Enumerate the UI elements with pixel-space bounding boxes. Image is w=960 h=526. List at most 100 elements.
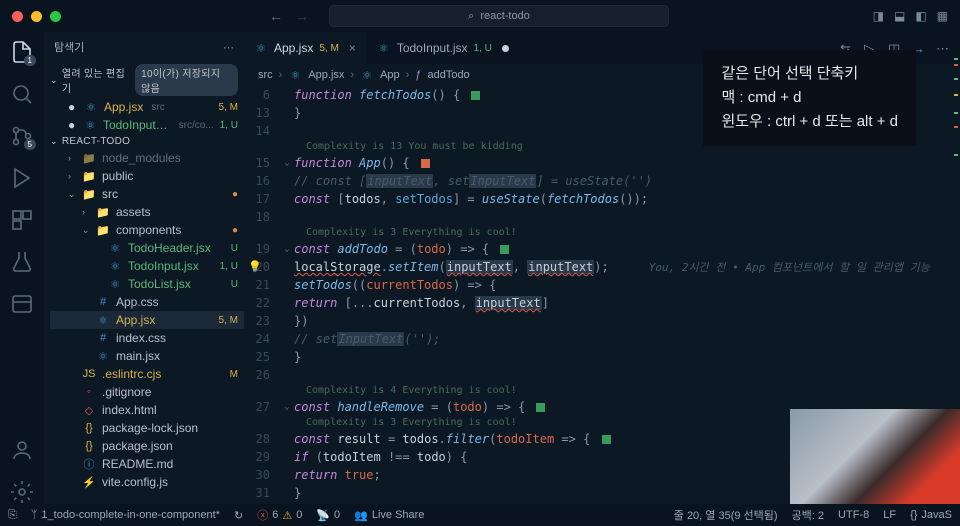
tree-folder[interactable]: ⌄📁src● <box>50 185 244 203</box>
breadcrumb-part[interactable]: addTodo <box>427 69 469 81</box>
warning-icon: ⚠ <box>282 509 292 522</box>
tree-file[interactable]: ◇index.html <box>50 401 244 419</box>
tree-file[interactable]: ⓘREADME.md <box>50 455 244 473</box>
tree-folder[interactable]: ›📁public <box>50 167 244 185</box>
statusbar: ⎘ ᛘ 1_todo-complete-in-one-component* ↻ … <box>0 504 960 526</box>
tree-folder[interactable]: ⌄📁components● <box>50 221 244 239</box>
open-editor-item[interactable]: ●⚛TodoInput.jsxsrc/co...1, U <box>50 116 244 134</box>
tree-folder[interactable]: ›📁node_modules <box>50 149 244 167</box>
tree-file[interactable]: ⚛TodoHeader.jsxU <box>50 239 244 257</box>
open-editor-item[interactable]: ●⚛App.jsxsrc5, M <box>50 98 244 116</box>
code-line[interactable]: 19⌄ const addTodo = (todo) => { <box>244 240 960 258</box>
chevron-right-icon: › <box>350 69 354 81</box>
command-center-search[interactable]: ⌕ react-todo <box>329 5 669 27</box>
search-placeholder: react-todo <box>480 10 530 22</box>
port-button[interactable]: 📡 0 <box>316 509 340 522</box>
tree-folder[interactable]: ›📁assets <box>50 203 244 221</box>
code-line[interactable]: 26 <box>244 366 960 384</box>
error-icon: ⓧ <box>257 507 268 523</box>
toggle-panel-icon[interactable]: ◨ <box>873 9 884 23</box>
maximize-window-button[interactable] <box>50 11 61 22</box>
overlay-line: 맥 : cmd + d <box>721 86 898 110</box>
sidebar-title: 탐색기 <box>54 39 84 55</box>
remote-button[interactable]: ⎘ <box>8 509 17 522</box>
activity-test-icon[interactable] <box>10 250 34 274</box>
tree-file[interactable]: ⚛App.jsx5, M <box>50 311 244 329</box>
indentation-button[interactable]: 공백: 2 <box>792 507 824 523</box>
code-line[interactable]: 18 <box>244 208 960 226</box>
encoding-button[interactable]: UTF-8 <box>838 507 869 523</box>
activity-search-icon[interactable] <box>10 82 34 106</box>
toggle-sidebar-icon[interactable]: ◧ <box>915 9 926 23</box>
code-line[interactable]: 16 // const [inputText, setInputText] = … <box>244 172 960 190</box>
code-line[interactable]: 23 }) <box>244 312 960 330</box>
cursor-position[interactable]: 줄 20, 열 35(9 선택됨) <box>674 507 778 523</box>
tooltip-overlay: 같은 단어 선택 단축키 맥 : cmd + d 윈도우 : ctrl + d … <box>703 50 916 146</box>
codelens-annotation[interactable]: Complexity is 3 Everything is cool! <box>244 226 960 240</box>
branch-button[interactable]: ᛘ 1_todo-complete-in-one-component* <box>31 509 220 521</box>
tree-file[interactable]: {}package-lock.json <box>50 419 244 437</box>
activity-scm-icon[interactable]: 5 <box>10 124 34 148</box>
activity-debug-icon[interactable] <box>10 166 34 190</box>
nav-arrows: ← → <box>269 8 309 24</box>
activity-explorer-icon[interactable]: 1 <box>10 40 34 64</box>
sidebar-header: 탐색기 ⋯ <box>44 32 244 62</box>
activity-bar: 1 5 <box>0 32 44 504</box>
problems-button[interactable]: ⓧ 6 ⚠ 0 <box>257 507 302 523</box>
editor-tab[interactable]: ⚛App.jsx5, M× <box>244 32 367 64</box>
open-editors-header[interactable]: ⌄ 열려 있는 편집기 10이(가) 저장되지 않음 <box>44 62 244 98</box>
sidebar-more-icon[interactable]: ⋯ <box>223 41 234 54</box>
sidebar: 탐색기 ⋯ ⌄ 열려 있는 편집기 10이(가) 저장되지 않음 ●⚛App.j… <box>44 32 244 504</box>
close-window-button[interactable] <box>12 11 23 22</box>
code-line[interactable]: 24 // setInputText(''); <box>244 330 960 348</box>
language-button[interactable]: {} JavaS <box>910 507 952 523</box>
tree-file[interactable]: #App.css <box>50 293 244 311</box>
tree-file[interactable]: {}package.json <box>50 437 244 455</box>
code-line[interactable]: 20💡 localStorage.setItem(inputText, inpu… <box>244 258 960 276</box>
code-line[interactable]: 22 return [...currentTodos, inputText] <box>244 294 960 312</box>
minimize-window-button[interactable] <box>31 11 42 22</box>
code-line[interactable]: 21 setTodos((currentTodos) => { <box>244 276 960 294</box>
eol-button[interactable]: LF <box>883 507 896 523</box>
react-icon: ⚛ <box>360 68 374 82</box>
traffic-lights <box>12 11 61 22</box>
customize-layout-icon[interactable]: ▦ <box>937 9 948 23</box>
activity-extensions-icon[interactable] <box>10 208 34 232</box>
codelens-annotation[interactable]: Complexity is 4 Everything is cool! <box>244 384 960 398</box>
sync-button[interactable]: ↻ <box>234 509 243 522</box>
tree-file[interactable]: ⚡vite.config.js <box>50 473 244 491</box>
toggle-bottom-icon[interactable]: ⬓ <box>894 9 905 23</box>
minimap[interactable] <box>920 54 960 194</box>
nav-back-icon[interactable]: ← <box>269 8 283 24</box>
breadcrumb-part[interactable]: App <box>380 69 400 81</box>
unsaved-count-badge: 10이(가) 저장되지 않음 <box>135 64 238 96</box>
tree-file[interactable]: ⚛main.jsx <box>50 347 244 365</box>
code-line[interactable]: 15⌄function App() { <box>244 154 960 172</box>
webcam-overlay <box>790 409 960 504</box>
tree-file[interactable]: #index.css <box>50 329 244 347</box>
project-header[interactable]: ⌄ REACT-TODO <box>44 134 244 149</box>
open-editors-label: 열려 있는 편집기 <box>62 65 127 95</box>
scm-badge: 5 <box>24 139 36 150</box>
react-icon: ⚛ <box>288 68 302 82</box>
explorer-badge: 1 <box>24 55 36 66</box>
more-actions-icon[interactable]: ⋯ <box>936 41 950 55</box>
liveshare-button[interactable]: 👥 Live Share <box>354 509 424 522</box>
titlebar: ← → ⌕ react-todo ◨ ⬓ ◧ ▦ <box>0 0 960 32</box>
code-line[interactable]: 17 const [todos, setTodos] = useState(fe… <box>244 190 960 208</box>
activity-settings-icon[interactable] <box>10 480 34 504</box>
activity-account-icon[interactable] <box>10 438 34 462</box>
tree-file[interactable]: ⚛TodoInput.jsx1, U <box>50 257 244 275</box>
breadcrumb-part[interactable]: App.jsx <box>308 69 344 81</box>
nav-forward-icon[interactable]: → <box>295 8 309 24</box>
activity-bookmark-icon[interactable] <box>10 292 34 316</box>
layout-controls: ◨ ⬓ ◧ ▦ <box>873 9 948 23</box>
chevron-down-icon: ⌄ <box>50 136 58 147</box>
tree-file[interactable]: ⚛TodoList.jsxU <box>50 275 244 293</box>
code-line[interactable]: 25 } <box>244 348 960 366</box>
breadcrumb-part[interactable]: src <box>258 69 273 81</box>
close-tab-icon[interactable]: × <box>349 41 356 55</box>
editor-tab[interactable]: ⚛TodoInput.jsx1, U <box>367 32 520 64</box>
tree-file[interactable]: ◦.gitignore <box>50 383 244 401</box>
tree-file[interactable]: JS.eslintrc.cjsM <box>50 365 244 383</box>
